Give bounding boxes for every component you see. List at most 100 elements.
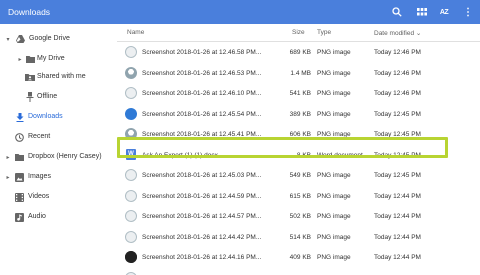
file-size: 615 KB — [289, 192, 311, 200]
column-header-date-modified[interactable]: Date modified ⌄ — [374, 29, 421, 37]
sidebar-item-images[interactable]: ▸ Images — [0, 168, 117, 186]
file-type: PNG image — [317, 90, 351, 97]
file-row[interactable]: Screenshot 2018-01-26 at 12.45.03 PM... 5… — [117, 165, 480, 186]
sort-button[interactable]: AZ — [436, 4, 452, 20]
file-size: 549 KB — [289, 172, 311, 179]
file-date-modified: Today 12:46 PM — [374, 90, 421, 97]
image-thumbnail — [125, 66, 137, 79]
sidebar-item-my-drive[interactable]: ▸ My Drive — [0, 50, 117, 68]
file-row[interactable]: Screenshot 2018-01-26 at 12.44.16 PM... 4… — [117, 247, 480, 268]
more-options-icon[interactable]: ⋮ — [460, 4, 476, 20]
file-date-modified: Today 12:45 PM — [374, 172, 421, 179]
file-size: 1.4 MB — [290, 69, 311, 77]
file-name: Screenshot 2018-01-26 at 12.44.42 PM... — [142, 233, 262, 241]
file-name: Screenshot 2018-01-26 at 12.46.58 PM... — [142, 49, 262, 56]
sidebar-item-offline[interactable]: Offline — [0, 88, 117, 106]
google-drive-icon — [15, 34, 25, 44]
file-row[interactable]: Screenshot 2018-01-26 at 12.44.42 PM... 5… — [117, 227, 480, 248]
file-date-modified: Today 12:46 PM — [374, 49, 421, 56]
image-thumbnail — [125, 169, 137, 181]
image-thumbnail — [125, 271, 137, 275]
image-thumbnail — [125, 210, 137, 222]
sidebar-item-label: Images — [28, 173, 51, 180]
file-date-modified: Today 12:44 PM — [374, 192, 421, 200]
column-header-row: Name Size Type Date modified ⌄ — [117, 24, 480, 42]
image-thumbnail — [125, 189, 137, 202]
sidebar-item-downloads[interactable]: Downloads — [0, 108, 117, 126]
column-header-type[interactable]: Type — [317, 29, 331, 36]
sidebar-item-label: Recent — [28, 133, 51, 140]
shared-folder-icon — [25, 72, 35, 82]
file-size: 689 KB — [289, 49, 311, 56]
chevron-down-icon[interactable]: ▾ — [4, 35, 12, 43]
file-name: Screenshot 2018-01-26 at 12.44.57 PM... — [142, 213, 262, 220]
file-row[interactable]: Screenshot 2018-01-26 at 12.44.13 PM...5… — [117, 268, 480, 275]
image-thumbnail — [125, 46, 137, 58]
column-header-name[interactable]: Name — [127, 29, 144, 36]
column-header-size[interactable]: Size — [292, 29, 305, 36]
file-size: 409 KB — [289, 254, 311, 261]
file-name: Screenshot 2018-01-26 at 12.46.10 PM... — [142, 90, 262, 97]
image-thumbnail — [125, 107, 137, 120]
file-date-modified: Today 12:45 PM — [374, 110, 421, 118]
sidebar: ▾ Google Drive ▸ My Drive Shared with me… — [0, 24, 117, 275]
sidebar-item-label: Videos — [28, 193, 50, 200]
file-date-modified: Today 12:44 PM — [374, 233, 421, 241]
file-type: PNG image — [317, 192, 351, 200]
file-type: PNG image — [317, 254, 351, 261]
sidebar-item-shared-with-me[interactable]: Shared with me — [0, 68, 117, 86]
title-bar: Downloads AZ ⋮ — [0, 0, 480, 24]
sidebar-item-label: Dropbox (Henry Casey) — [28, 153, 102, 160]
file-row[interactable]: Screenshot 2018-01-26 at 12.45.54 PM... 3… — [117, 104, 480, 125]
sidebar-item-label: Offline — [37, 93, 58, 100]
sidebar-item-audio[interactable]: Audio — [0, 208, 117, 226]
file-name: Screenshot 2018-01-26 at 12.44.16 PM... — [142, 254, 262, 261]
audio-icon — [14, 212, 24, 222]
video-icon — [14, 192, 24, 202]
file-type: PNG image — [317, 110, 351, 118]
window-title: Downloads — [8, 7, 51, 17]
sidebar-item-videos[interactable]: Videos — [0, 188, 117, 206]
grid-view-icon[interactable] — [414, 4, 430, 20]
sidebar-item-dropbox[interactable]: ▸ Dropbox (Henry Casey) — [0, 148, 117, 166]
sidebar-item-label: Audio — [28, 213, 46, 220]
file-name: Screenshot 2018-01-26 at 12.45.54 PM... — [142, 110, 262, 118]
chevron-right-icon[interactable]: ▸ — [16, 55, 24, 63]
download-icon — [15, 112, 25, 122]
chevron-right-icon[interactable]: ▸ — [4, 153, 12, 161]
file-type: PNG image — [317, 49, 351, 56]
file-date-modified: Today 12:44 PM — [374, 254, 421, 261]
file-type: PNG image — [317, 69, 351, 77]
file-row[interactable]: Screenshot 2018-01-26 at 12.46.10 PM... 5… — [117, 83, 480, 104]
file-row[interactable]: Screenshot 2018-01-26 at 12.46.53 PM... 1… — [117, 63, 480, 84]
search-icon[interactable] — [389, 4, 405, 20]
chevron-right-icon[interactable]: ▸ — [4, 173, 12, 181]
folder-icon — [14, 152, 24, 162]
file-type: PNG image — [317, 213, 351, 220]
file-size: 514 KB — [289, 233, 311, 241]
image-thumbnail — [125, 251, 137, 263]
file-name: Screenshot 2018-01-26 at 12.44.59 PM... — [142, 192, 262, 200]
file-size: 541 KB — [289, 90, 311, 97]
sidebar-item-label: My Drive — [37, 55, 65, 62]
file-size: 502 KB — [289, 213, 311, 220]
image-thumbnail — [125, 230, 137, 243]
file-date-modified: Today 12:46 PM — [374, 69, 421, 77]
image-thumbnail — [125, 87, 137, 99]
file-name: Screenshot 2018-01-26 at 12.46.53 PM... — [142, 69, 262, 77]
folder-icon — [25, 54, 35, 64]
file-row[interactable]: Screenshot 2018-01-26 at 12.46.58 PM... 6… — [117, 42, 480, 63]
file-date-modified: Today 12:44 PM — [374, 213, 421, 220]
sidebar-item-google-drive[interactable]: ▾ Google Drive — [0, 30, 117, 48]
image-icon — [14, 172, 24, 182]
file-type: PNG image — [317, 172, 351, 179]
highlight-box — [117, 137, 448, 158]
clock-icon — [14, 132, 24, 142]
file-size: 389 KB — [289, 110, 311, 118]
sidebar-item-label: Downloads — [28, 113, 63, 120]
file-type: PNG image — [317, 233, 351, 241]
file-row[interactable]: Screenshot 2018-01-26 at 12.44.59 PM... 6… — [117, 186, 480, 207]
sidebar-item-recent[interactable]: Recent — [0, 128, 117, 146]
file-row[interactable]: Screenshot 2018-01-26 at 12.44.57 PM... 5… — [117, 206, 480, 227]
sidebar-item-label: Shared with me — [37, 73, 86, 80]
